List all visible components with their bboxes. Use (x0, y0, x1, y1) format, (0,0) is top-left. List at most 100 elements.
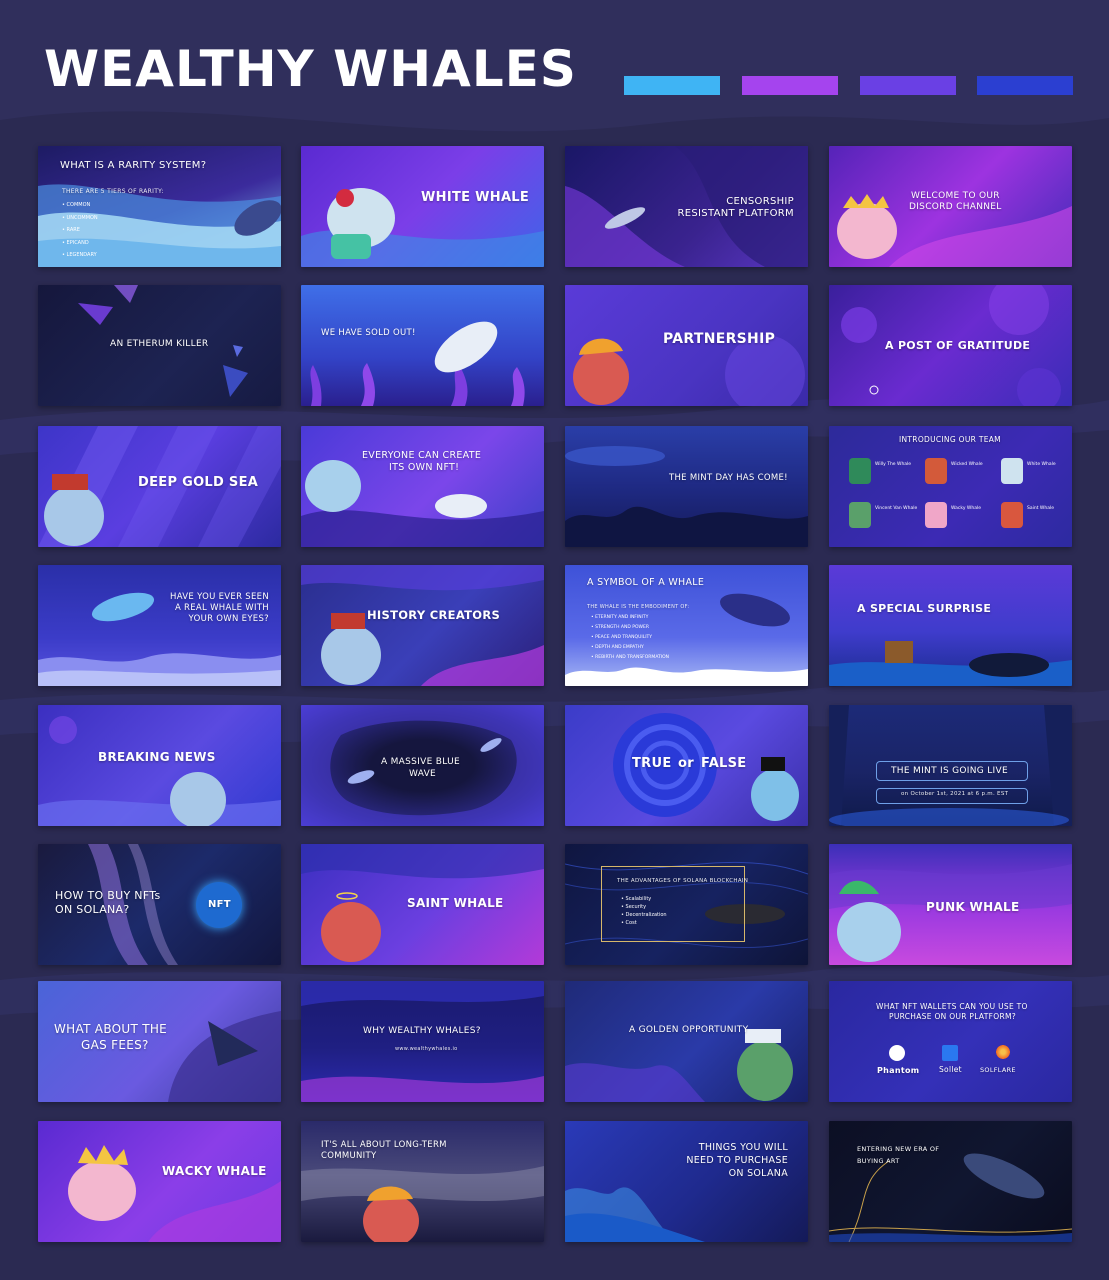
slide-title-line1: IT'S ALL ABOUT LONG-TERM (321, 1140, 447, 1150)
slide-deep-gold-sea[interactable]: DEEP GOLD SEA (38, 426, 281, 547)
team-avatar (925, 502, 947, 528)
slide-title-line1: WELCOME TO OUR (911, 191, 1000, 201)
slide-massive-blue-wave[interactable]: A MASSIVE BLUE WAVE (301, 705, 544, 826)
slide-title: DEEP GOLD SEA (138, 475, 259, 490)
slide-title: THE MINT IS GOING LIVE (891, 766, 1008, 776)
slide-symbol-of-whale[interactable]: A SYMBOL OF A WHALE THE WHALE IS THE EMB… (565, 565, 808, 686)
slide-title-line2: NEED TO PURCHASE (686, 1155, 788, 1166)
slide-mint-going-live[interactable]: THE MINT IS GOING LIVE on October 1st, 2… (829, 705, 1072, 826)
slide-title-line1: A MASSIVE BLUE (381, 757, 460, 767)
slide-title: THE ADVANTAGES OF SOLANA BLOCKCHAIN (617, 878, 749, 884)
solflare-icon (995, 1044, 1011, 1060)
false-label: FALSE (701, 756, 747, 771)
slide-new-era-of-art[interactable]: ENTERING NEW ERA OF BUYING ART (829, 1121, 1072, 1242)
team-member-name: Wicked Whale (951, 462, 983, 467)
team-avatar (849, 458, 871, 484)
wave-shape (68, 1145, 281, 1242)
team-member-name: Wacky Whale (951, 506, 982, 511)
team-avatar (849, 502, 871, 528)
slide-title-line1: WHAT ABOUT THE (54, 1022, 168, 1036)
slide-how-to-buy-nfts[interactable]: NFT HOW TO BUY NFTs ON SOLANA? (38, 844, 281, 965)
list-item: RARE (62, 224, 98, 237)
website-url: www.wealthywhales.io (395, 1046, 458, 1052)
slide-special-surprise[interactable]: A SPECIAL SURPRISE (829, 565, 1072, 686)
slide-post-of-gratitude[interactable]: A POST OF GRATITUDE (829, 285, 1072, 406)
slide-title-line2: WAVE (409, 769, 437, 779)
list-item: LEGENDARY (62, 249, 98, 262)
slide-title-line3: YOUR OWN EYES? (188, 614, 269, 624)
list-item: ETERNITY AND INFINITY (591, 613, 669, 623)
slide-breaking-news[interactable]: BREAKING NEWS (38, 705, 281, 826)
list-item: Decentralization (621, 911, 667, 919)
slide-title-line1: THINGS YOU WILL (698, 1142, 788, 1153)
wave-shape (301, 565, 544, 686)
slide-white-whale[interactable]: WHITE WHALE (301, 146, 544, 267)
slide-title: WE HAVE SOLD OUT! (321, 328, 416, 338)
whale-and-lines (829, 1153, 1072, 1242)
phantom-icon (889, 1045, 905, 1061)
slide-title-line1: CENSORSHIP (726, 196, 794, 207)
slide-title: WHAT IS A RARITY SYSTEM? (60, 160, 207, 171)
list-item: STRENGTH AND POWER (591, 623, 669, 633)
slide-why-wealthy-whales[interactable]: WHY WEALTHY WHALES? www.wealthywhales.io (301, 981, 544, 1102)
slide-title-line2: RESISTANT PLATFORM (677, 208, 794, 219)
slide-gas-fees[interactable]: WHAT ABOUT THE GAS FEES? (38, 981, 281, 1102)
slide-real-whale[interactable]: HAVE YOU EVER SEEN A REAL WHALE WITH YOU… (38, 565, 281, 686)
team-avatar (925, 458, 947, 484)
slide-long-term-community[interactable]: IT'S ALL ABOUT LONG-TERM COMMUNITY (301, 1121, 544, 1242)
slide-title-line2: ITS OWN NFT! (389, 462, 460, 473)
team-member-name: White Whale (1027, 462, 1056, 467)
slide-ethereum-killer[interactable]: AN ETHERUM KILLER (38, 285, 281, 406)
slide-rarity-system[interactable]: WHAT IS A RARITY SYSTEM? THERE ARE 5 TIE… (38, 146, 281, 267)
slide-wacky-whale[interactable]: WACKY WHALE (38, 1121, 281, 1242)
slide-title-line1: EVERYONE CAN CREATE (362, 450, 482, 461)
slide-everyone-can-create[interactable]: EVERYONE CAN CREATE ITS OWN NFT! (301, 426, 544, 547)
wave-shape (301, 460, 544, 547)
slide-things-to-purchase[interactable]: THINGS YOU WILL NEED TO PURCHASE ON SOLA… (565, 1121, 808, 1242)
color-swatch-purple (860, 76, 956, 95)
slide-introducing-team[interactable]: INTRODUCING OUR TEAM Willy The Whale Wic… (829, 426, 1072, 547)
rarity-list: COMMON UNCOMMON RARE EPICAND LEGENDARY (62, 199, 98, 262)
seaweed-and-whale (310, 321, 525, 406)
slide-title: THE MINT DAY HAS COME! (669, 473, 788, 483)
sollet-icon (942, 1045, 958, 1061)
slide-golden-opportunity[interactable]: A GOLDEN OPPORTUNITY (565, 981, 808, 1102)
list-item: DEPTH AND EMPATHY (591, 643, 669, 653)
slide-censorship-resistant[interactable]: CENSORSHIP RESISTANT PLATFORM (565, 146, 808, 267)
list-item: COMMON (62, 199, 98, 212)
slide-title: A SPECIAL SURPRISE (857, 602, 992, 615)
color-swatch-blue (977, 76, 1073, 95)
wallet-label: Sollet (939, 1065, 962, 1074)
nft-badge-label: NFT (208, 899, 231, 910)
slide-title-line2: BUYING ART (857, 1157, 900, 1165)
slide-solana-advantages[interactable]: THE ADVANTAGES OF SOLANA BLOCKCHAIN Scal… (565, 844, 808, 965)
slide-title: WHY WEALTHY WHALES? (363, 1026, 481, 1036)
slide-title-line1: HOW TO BUY NFTs (55, 889, 161, 902)
slide-title-line1: WHAT NFT WALLETS CAN YOU USE TO (876, 1002, 1028, 1011)
list-item: Cost (621, 919, 667, 927)
list-item: Security (621, 903, 667, 911)
slide-title-line1: ENTERING NEW ERA OF (857, 1145, 940, 1153)
slide-title: WACKY WHALE (162, 1164, 267, 1178)
slide-title: HISTORY CREATORS (367, 608, 501, 622)
slide-mint-day[interactable]: THE MINT DAY HAS COME! (565, 426, 808, 547)
team-member-name: Vincent Van Whale (875, 506, 918, 511)
slide-true-or-false[interactable]: TRUE or FALSE (565, 705, 808, 826)
slide-discord-welcome[interactable]: WELCOME TO OUR DISCORD CHANNEL (829, 146, 1072, 267)
underwater-scene (565, 446, 808, 547)
team-member-name: Saint Whale (1027, 506, 1054, 511)
slide-nft-wallets[interactable]: WHAT NFT WALLETS CAN YOU USE TO PURCHASE… (829, 981, 1072, 1102)
slide-subtitle: THE WHALE IS THE EMBODIMENT OF: (587, 604, 690, 610)
slide-partnership[interactable]: PARTNERSHIP (565, 285, 808, 406)
slide-saint-whale[interactable]: SAINT WHALE (301, 844, 544, 965)
underwater-scene (565, 1187, 705, 1242)
slide-title: A SYMBOL OF A WHALE (587, 577, 705, 588)
wave-shape (301, 981, 544, 1102)
slide-punk-whale[interactable]: PUNK WHALE (829, 844, 1072, 965)
manta-ray-scene (168, 1011, 281, 1102)
page-title: WEALTHY WHALES (44, 40, 577, 98)
slide-title: PUNK WHALE (926, 900, 1020, 914)
slide-sold-out[interactable]: WE HAVE SOLD OUT! (301, 285, 544, 406)
slide-history-creators[interactable]: HISTORY CREATORS (301, 565, 544, 686)
slide-subtitle: THERE ARE 5 TIERS OF RARITY: (62, 188, 164, 195)
